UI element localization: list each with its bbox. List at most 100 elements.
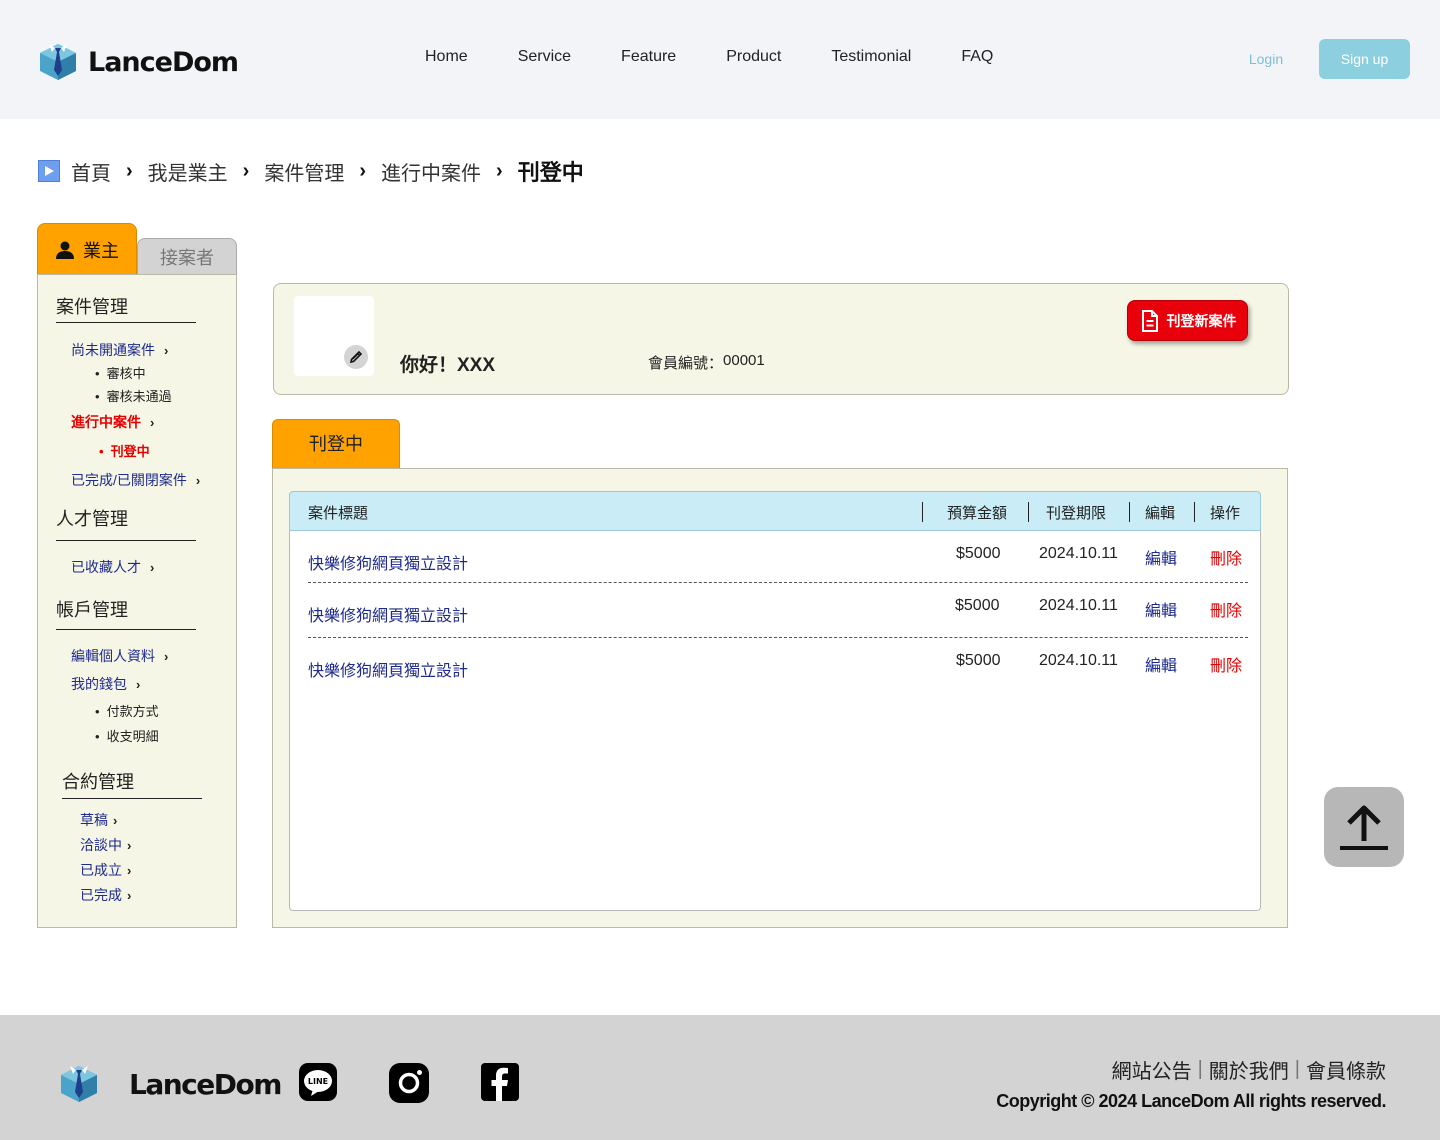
footer-link-terms[interactable]: 會員條款	[1306, 1055, 1386, 1084]
breadcrumb-home[interactable]: 首頁	[71, 157, 111, 186]
sidebar-item-edit-profile[interactable]: 編輯個人資料 ›	[71, 646, 168, 666]
sidebar-item-completed[interactable]: 已完成/已關閉案件 ›	[71, 470, 200, 490]
header-logo[interactable]: LanceDom	[36, 40, 239, 84]
header: LanceDom Home Service Feature Product Te…	[0, 0, 1440, 119]
member-number: 會員編號： 00001	[648, 352, 765, 373]
member-id: 00001	[723, 352, 765, 369]
sidebar-item-label: 我的錢包	[71, 676, 127, 692]
divider	[62, 798, 202, 799]
divider: |	[1197, 1058, 1203, 1080]
sidebar-heading-talent-management: 人才管理	[56, 509, 128, 529]
logo-icon	[61, 1066, 97, 1102]
nav-feature[interactable]: Feature	[621, 48, 676, 66]
logo-icon	[40, 44, 76, 80]
breadcrumb-current: 刊登中	[517, 160, 584, 185]
post-new-case-button[interactable]: 刊登新案件	[1127, 300, 1248, 341]
cases-panel: 案件標題 預算金額 刊登期限 編輯 操作 快樂修狗網頁獨立設計 $5000 20…	[272, 468, 1288, 928]
case-deadline: 2024.10.11	[1039, 597, 1118, 614]
case-budget: $5000	[956, 652, 1001, 669]
nav-home[interactable]: Home	[425, 48, 468, 66]
case-budget: $5000	[955, 597, 1000, 614]
edit-case-link[interactable]: 編輯	[1145, 545, 1177, 569]
sidebar-sub-payment-method[interactable]: 付款方式	[95, 701, 159, 720]
sidebar-item-wallet[interactable]: 我的錢包 ›	[71, 674, 140, 694]
sidebar-item-saved-talent[interactable]: 已收藏人才 ›	[71, 557, 154, 577]
sidebar-heading-account-management: 帳戶管理	[56, 600, 128, 620]
sidebar-sub-transactions[interactable]: 收支明細	[95, 726, 159, 745]
breadcrumb: 首頁 › 我是業主 › 案件管理 › 進行中案件 › 刊登中	[38, 155, 584, 187]
chevron-right-icon: ›	[150, 559, 155, 575]
footer-brand-name: LanceDom	[129, 1067, 282, 1101]
nav-product[interactable]: Product	[726, 48, 781, 66]
login-link[interactable]: Login	[1236, 51, 1296, 67]
tab-taker[interactable]: 接案者	[137, 238, 237, 275]
case-title-link[interactable]: 快樂修狗網頁獨立設計	[308, 657, 468, 681]
tab-owner-label: 業主	[83, 240, 119, 261]
signup-button[interactable]: Sign up	[1319, 39, 1410, 79]
nav-faq[interactable]: FAQ	[961, 48, 993, 66]
avatar[interactable]	[294, 296, 374, 376]
tab-posting[interactable]: 刊登中	[272, 419, 400, 469]
column-header-action: 操作	[1210, 505, 1241, 522]
case-title-link[interactable]: 快樂修狗網頁獨立設計	[308, 550, 468, 574]
table-header: 案件標題 預算金額 刊登期限 編輯 操作	[289, 491, 1261, 531]
breadcrumb-owner[interactable]: 我是業主	[148, 157, 228, 186]
sidebar-item-label: 編輯個人資料	[71, 648, 155, 664]
edit-case-link[interactable]: 編輯	[1145, 652, 1177, 676]
sidebar-item-finished[interactable]: 已完成 ›	[80, 885, 131, 905]
edit-avatar-button[interactable]	[344, 345, 368, 369]
greeting: 你好！XXX	[400, 355, 496, 376]
chevron-right-icon: ›	[150, 414, 155, 430]
sidebar-sub-posting[interactable]: 刊登中	[99, 441, 150, 460]
facebook-icon[interactable]	[481, 1063, 519, 1101]
table-row: 快樂修狗網頁獨立設計 $5000 2024.10.11 編輯 刪除	[308, 583, 1248, 638]
chevron-right-icon: ›	[127, 862, 132, 878]
divider	[1129, 502, 1130, 522]
table-row: 快樂修狗網頁獨立設計 $5000 2024.10.11 編輯 刪除	[308, 531, 1248, 583]
sidebar-item-not-opened[interactable]: 尚未開通案件 ›	[71, 340, 168, 360]
chevron-right-icon: ›	[136, 676, 141, 692]
instagram-icon[interactable]	[389, 1063, 429, 1103]
chevron-right-icon: ›	[164, 648, 169, 664]
breadcrumb-in-progress[interactable]: 進行中案件	[381, 157, 481, 186]
footer-link-about[interactable]: 關於我們	[1209, 1055, 1289, 1084]
chevron-right-icon: ›	[127, 837, 132, 853]
case-deadline: 2024.10.11	[1039, 545, 1118, 562]
sidebar-item-draft[interactable]: 草稿 ›	[80, 810, 117, 830]
copyright: Copyright © 2024 LanceDom All rights res…	[996, 1091, 1386, 1111]
sidebar-item-negotiating[interactable]: 洽談中 ›	[80, 835, 131, 855]
table-row: 快樂修狗網頁獨立設計 $5000 2024.10.11 編輯 刪除	[308, 638, 1248, 693]
sidebar-sub-review-failed[interactable]: 審核未通過	[95, 386, 172, 405]
sidebar-item-label: 進行中案件	[71, 414, 141, 430]
column-header-edit: 編輯	[1145, 505, 1176, 522]
back-to-top-button[interactable]	[1324, 787, 1404, 867]
sidebar: 案件管理 尚未開通案件 › 審核中 審核未通過 進行中案件 › 刊登中 已完成/已關…	[37, 274, 237, 928]
sidebar-item-in-progress[interactable]: 進行中案件 ›	[71, 412, 154, 432]
profile-card: 你好！XXX 會員編號： 00001 刊登新案件	[273, 283, 1289, 395]
delete-case-link[interactable]: 刪除	[1210, 597, 1242, 621]
column-header-title: 案件標題	[308, 505, 369, 522]
footer-link-announcement[interactable]: 網站公告	[1112, 1055, 1192, 1084]
nav-testimonial[interactable]: Testimonial	[831, 48, 911, 66]
svg-text:LINE: LINE	[308, 1077, 328, 1086]
delete-case-link[interactable]: 刪除	[1210, 545, 1242, 569]
breadcrumb-case-management[interactable]: 案件管理	[264, 157, 344, 186]
breadcrumb-play-icon	[38, 160, 60, 182]
case-title-link[interactable]: 快樂修狗網頁獨立設計	[308, 602, 468, 626]
divider	[1194, 502, 1195, 522]
case-deadline: 2024.10.11	[1039, 652, 1118, 669]
post-new-case-label: 刊登新案件	[1166, 312, 1237, 329]
sidebar-item-established[interactable]: 已成立 ›	[80, 860, 131, 880]
line-icon[interactable]: LINE	[299, 1063, 337, 1101]
footer-links: 網站公告 | 關於我們 | 會員條款	[1112, 1055, 1386, 1084]
nav-service[interactable]: Service	[518, 48, 571, 66]
sidebar-item-label: 已完成/已關閉案件	[71, 472, 187, 488]
sidebar-sub-reviewing[interactable]: 審核中	[95, 363, 146, 382]
delete-case-link[interactable]: 刪除	[1210, 652, 1242, 676]
tab-owner[interactable]: 業主	[37, 223, 137, 275]
chevron-right-icon: ›	[359, 159, 367, 182]
footer-logo[interactable]: LanceDom	[57, 1062, 282, 1106]
sidebar-item-label: 已收藏人才	[71, 559, 141, 575]
member-label: 會員編號：	[648, 355, 724, 372]
edit-case-link[interactable]: 編輯	[1145, 597, 1177, 621]
